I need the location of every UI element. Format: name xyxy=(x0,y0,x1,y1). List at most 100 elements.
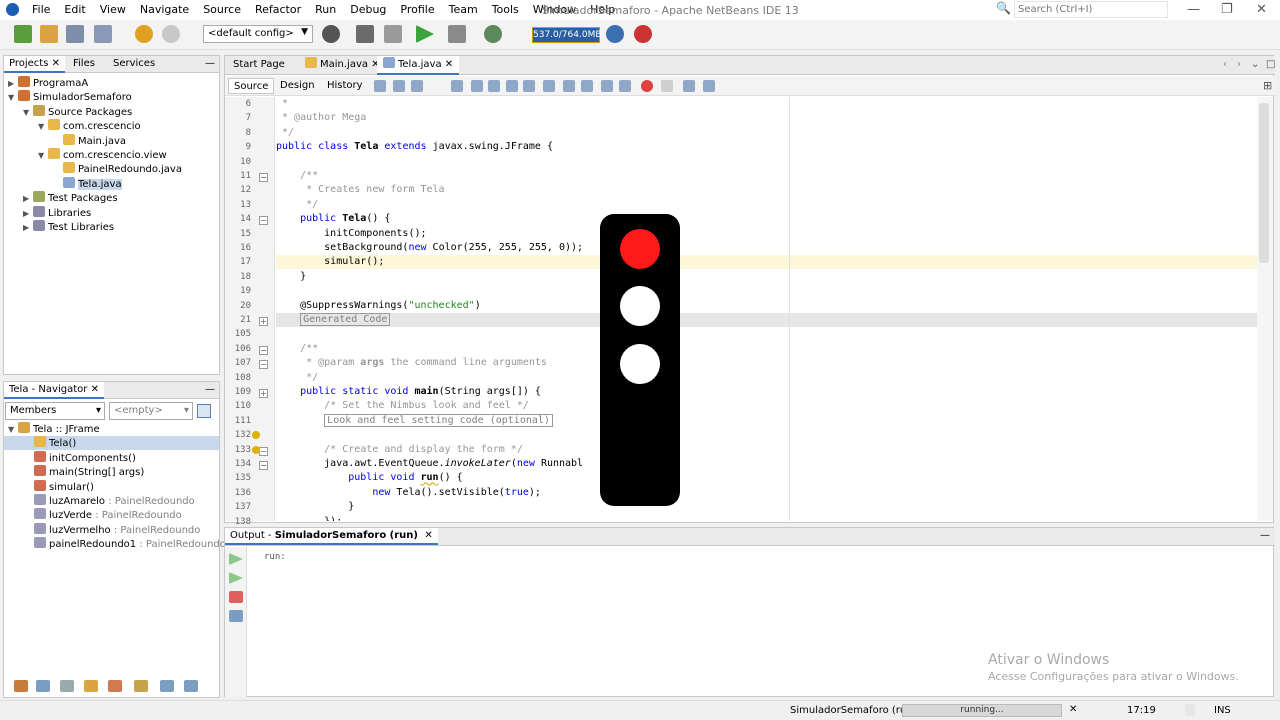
open-project-icon[interactable] xyxy=(66,25,84,43)
navigator-item[interactable]: luzVerde : PainelRedoundo xyxy=(4,508,219,522)
navigator-item[interactable]: initComponents() xyxy=(4,450,219,465)
next-bookmark-icon[interactable] xyxy=(563,80,575,92)
uncomment-icon[interactable] xyxy=(703,80,715,92)
tab-output[interactable]: Output - SimuladorSemaforo (run) ✕ xyxy=(225,528,438,545)
chevron-down-icon[interactable]: ▼ xyxy=(8,423,18,437)
start-macro-icon[interactable] xyxy=(641,80,653,92)
undo-icon[interactable] xyxy=(135,25,153,43)
find-previous-icon[interactable] xyxy=(471,80,483,92)
show-non-public-icon[interactable] xyxy=(84,680,98,692)
stop-icon[interactable] xyxy=(229,591,243,603)
minimize-panel-icon[interactable]: — xyxy=(200,382,220,399)
tab-services[interactable]: Services xyxy=(108,56,160,73)
members-select[interactable]: Members ▾ xyxy=(5,402,105,420)
collapse-fold-icon[interactable]: − xyxy=(259,461,268,470)
tab-navigator[interactable]: Tela - Navigator ✕ xyxy=(4,382,104,399)
close-icon[interactable]: ✕ xyxy=(445,59,453,70)
tree-item[interactable]: ▶ Test Packages xyxy=(23,191,118,205)
tree-item[interactable]: ▼ Source Packages xyxy=(23,104,132,120)
code-area[interactable]: * * @author Mega */ public class Tela ex… xyxy=(276,97,1257,521)
menu-item-navigate[interactable]: Navigate xyxy=(140,3,189,16)
clean-build-icon[interactable] xyxy=(384,25,402,43)
toggle-rect-selection-icon[interactable] xyxy=(523,80,535,92)
chevron-right-icon[interactable]: ▶ xyxy=(8,77,18,91)
sort-source-icon[interactable] xyxy=(184,680,198,692)
navigator-item[interactable]: luzVermelho : PainelRedoundo xyxy=(4,522,219,537)
chevron-right-icon[interactable]: ▶ xyxy=(23,192,33,206)
close-icon[interactable]: ✕ xyxy=(52,58,60,69)
navigator-item[interactable]: luzAmarelo : PainelRedoundo xyxy=(4,494,219,508)
collapse-fold-icon[interactable]: − xyxy=(259,360,268,370)
filter-select[interactable]: <empty> ▾ xyxy=(109,402,193,420)
close-window-button[interactable]: ✕ xyxy=(1256,2,1267,17)
navigator-item[interactable]: main(String[] args) xyxy=(4,465,219,479)
minimize-panel-icon[interactable]: — xyxy=(1255,528,1275,545)
menu-item-tools[interactable]: Tools xyxy=(492,3,519,16)
tree-item[interactable]: Tela.java xyxy=(53,176,122,191)
menu-item-refactor[interactable]: Refactor xyxy=(255,3,301,16)
menu-item-source[interactable]: Source xyxy=(203,3,241,16)
tree-item[interactable]: ▶ ProgramaA xyxy=(8,76,88,90)
toggle-highlight-icon[interactable] xyxy=(506,80,518,92)
tab-source[interactable]: Source xyxy=(228,78,275,94)
tab-start-page[interactable]: Start Page xyxy=(227,56,291,75)
tab-main-java[interactable]: Main.java ✕ xyxy=(299,56,386,75)
previous-bookmark-icon[interactable] xyxy=(543,80,555,92)
tab-files[interactable]: Files xyxy=(68,56,100,73)
gc-icon[interactable] xyxy=(606,25,624,43)
chevron-down-icon[interactable]: ▼ xyxy=(38,149,48,163)
menu-item-team[interactable]: Team xyxy=(449,3,478,16)
maximize-button[interactable]: ❐ xyxy=(1221,2,1233,17)
forward-icon[interactable] xyxy=(411,80,423,92)
rerun-icon[interactable] xyxy=(229,553,243,565)
comment-icon[interactable] xyxy=(683,80,695,92)
collapse-fold-icon[interactable]: − xyxy=(259,345,268,355)
menu-item-view[interactable]: View xyxy=(100,3,126,16)
chevron-right-icon[interactable]: ▶ xyxy=(23,207,33,221)
tree-item[interactable]: ▼ com.crescencio.view xyxy=(38,148,167,162)
memory-gauge[interactable]: 537.0/764.0MB xyxy=(532,27,602,43)
folded-generated-code[interactable]: Generated Code xyxy=(300,313,391,326)
tree-item[interactable]: PainelRedoundo.java xyxy=(53,162,182,176)
run-config-select[interactable]: <default config> ▼ xyxy=(203,25,313,43)
find-selection-icon[interactable] xyxy=(451,80,463,92)
new-project-icon[interactable] xyxy=(40,25,58,43)
navigator-item[interactable]: painelRedoundo1 : PainelRedoundo xyxy=(4,537,226,551)
quick-search[interactable]: 🔍 xyxy=(996,1,1172,18)
editor-scrollbar[interactable] xyxy=(1257,97,1273,521)
close-icon[interactable]: ✕ xyxy=(91,384,99,395)
new-file-icon[interactable] xyxy=(14,25,32,43)
notifications-icon[interactable] xyxy=(1185,704,1195,716)
shift-right-icon[interactable] xyxy=(619,80,631,92)
show-inherited-icon[interactable] xyxy=(14,680,28,692)
tab-design[interactable]: Design xyxy=(275,78,320,94)
last-edit-icon[interactable] xyxy=(374,80,386,92)
debug-icon[interactable] xyxy=(448,25,466,43)
filter-options-icon[interactable] xyxy=(197,404,211,418)
sort-name-icon[interactable] xyxy=(160,680,174,692)
tree-item[interactable]: ▶ Test Libraries xyxy=(23,220,114,234)
rerun-with-params-icon[interactable] xyxy=(229,572,243,584)
browser-icon[interactable] xyxy=(322,25,340,43)
menu-item-file[interactable]: File xyxy=(32,3,50,16)
split-editor-icon[interactable]: ⊞ xyxy=(1263,79,1272,92)
scrollbar-thumb[interactable] xyxy=(1259,103,1269,263)
tree-item[interactable]: ▼ com.crescencio xyxy=(38,119,141,133)
expand-fold-icon[interactable]: + xyxy=(259,389,268,398)
find-next-icon[interactable] xyxy=(488,80,500,92)
minimize-button[interactable]: — xyxy=(1187,2,1200,17)
search-input[interactable] xyxy=(1014,1,1168,18)
minimize-panel-icon[interactable]: — xyxy=(200,56,220,73)
build-hammer-icon[interactable] xyxy=(356,25,374,43)
fqn-icon[interactable] xyxy=(134,680,148,692)
chevron-down-icon[interactable]: ▼ xyxy=(38,120,48,134)
navigator-root[interactable]: ▼ Tela :: JFrame xyxy=(8,422,100,436)
tab-history[interactable]: History xyxy=(322,78,368,94)
tree-item[interactable]: Main.java xyxy=(53,133,126,148)
tree-item[interactable]: ▶ Libraries xyxy=(23,205,91,221)
maximize-editor-icon[interactable]: □ xyxy=(1260,56,1280,75)
chevron-down-icon[interactable]: ▼ xyxy=(23,106,33,120)
menu-item-debug[interactable]: Debug xyxy=(350,3,386,16)
show-fields-icon[interactable] xyxy=(36,680,50,692)
navigator-item[interactable]: Tela() xyxy=(4,436,219,451)
